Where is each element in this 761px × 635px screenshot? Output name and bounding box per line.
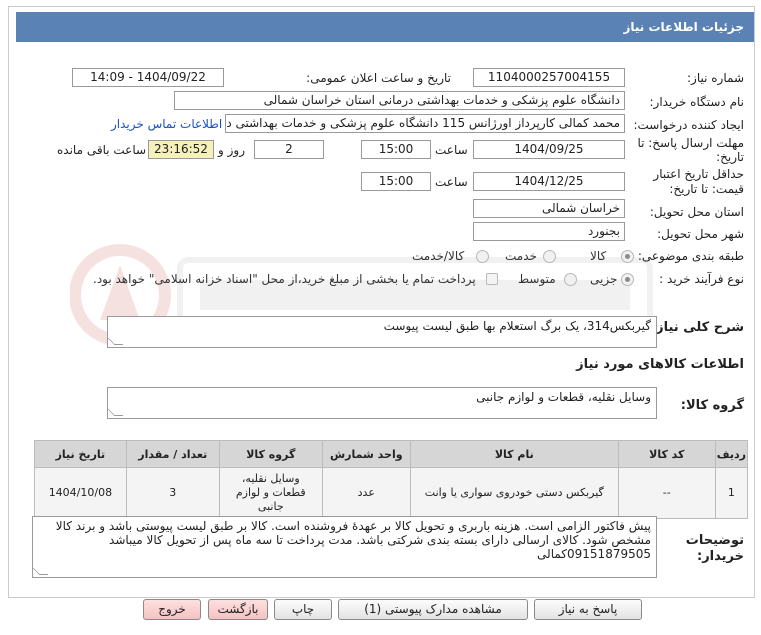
cell-name: گیربکس دستی خودروی سواری یا وانت	[409, 467, 619, 519]
purchase-type-label: نوع فرآیند خرید :	[659, 272, 744, 286]
remaining-time: 23:16:52	[148, 140, 214, 159]
creator-value: محمد کمالی کارپرداز اورژانس 115 دانشگاه …	[225, 114, 625, 133]
notes-label: توضیحات	[685, 533, 744, 548]
resize-handle-icon[interactable]	[108, 407, 124, 416]
deadline-time-label: ساعت	[435, 143, 468, 157]
page-header: جزئیات اطلاعات نیاز	[16, 12, 754, 42]
deadline-days-label: روز و	[218, 143, 245, 157]
notes-label-2: خریدار:	[697, 549, 744, 564]
announce-label: تاریخ و ساعت اعلان عمومی:	[306, 71, 451, 85]
category-service-radio[interactable]	[543, 250, 556, 263]
cell-date: 1404/10/08	[34, 467, 127, 519]
col-date: تاریخ نیاز	[34, 440, 127, 468]
need-number-value: 1104000257004155	[473, 68, 625, 87]
table-row[interactable]: 1 -- گیربکس دستی خودروی سواری یا وانت عد…	[34, 467, 749, 519]
validity-label: حداقل تاریخ اعتبار	[653, 167, 744, 181]
treasury-checkbox[interactable]	[486, 273, 498, 285]
cell-qty: 3	[125, 467, 220, 519]
print-button[interactable]: چاپ	[274, 599, 332, 620]
need-number-label: شماره نیاز:	[687, 71, 744, 85]
col-name: نام کالا	[409, 440, 619, 468]
deadline-date: 1404/09/25	[473, 140, 625, 159]
table-header-row: ردیف کد کالا نام کالا واحد شمارش گروه کا…	[34, 440, 749, 468]
col-qty: تعداد / مقدار	[125, 440, 220, 468]
deadline-label: مهلت ارسال پاسخ: تا	[637, 136, 744, 150]
goods-table: ردیف کد کالا نام کالا واحد شمارش گروه کا…	[34, 440, 749, 519]
col-unit: واحد شمارش	[321, 440, 411, 468]
resize-handle-icon[interactable]	[108, 336, 124, 345]
deadline-time: 15:00	[361, 140, 431, 159]
view-attachments-button[interactable]: مشاهده مدارک پیوستی (1)	[338, 599, 528, 620]
category-both-radio[interactable]	[476, 250, 489, 263]
cell-unit: عدد	[321, 467, 411, 519]
purchase-medium-label: متوسط	[518, 272, 556, 286]
deadline-days: 2	[254, 140, 324, 159]
validity-label-2: قیمت: تا تاریخ:	[669, 182, 744, 196]
purchase-minor-radio[interactable]	[621, 273, 634, 286]
cell-row: 1	[714, 467, 749, 519]
category-goods-label: کالا	[590, 249, 607, 263]
remaining-label: ساعت باقی مانده	[57, 143, 147, 157]
category-label: طبقه بندی موضوعی:	[637, 249, 744, 263]
creator-label: ایجاد کننده درخواست:	[633, 118, 744, 132]
category-service-label: خدمت	[505, 249, 537, 263]
city-label: شهر محل تحویل:	[657, 227, 744, 241]
cell-group: وسایل نقلیه، قطعات و لوازم جانبی	[218, 467, 323, 519]
resize-handle-icon[interactable]	[33, 566, 49, 575]
province-value: خراسان شمالی	[473, 199, 625, 218]
announce-value: 1404/09/22 - 14:09	[72, 68, 224, 87]
cell-code: --	[617, 467, 716, 519]
validity-date: 1404/12/25	[473, 172, 625, 191]
buyer-contact-link[interactable]: اطلاعات تماس خریدار	[111, 117, 222, 131]
goods-info-title: اطلاعات کالاهای مورد نیاز	[576, 357, 744, 372]
col-code: کد کالا	[617, 440, 716, 468]
validity-time-label: ساعت	[435, 175, 468, 189]
goods-group-textarea[interactable]: وسایل نقلیه، قطعات و لوازم جانبی	[107, 387, 657, 419]
goods-group-text: وسایل نقلیه، قطعات و لوازم جانبی	[476, 390, 651, 404]
deadline-label-2: تاریخ:	[716, 150, 744, 164]
reply-button[interactable]: پاسخ به نیاز	[534, 599, 642, 620]
summary-text: گیربکس314، یک برگ استعلام بها طبق لیست پ…	[383, 319, 651, 333]
exit-button[interactable]: خروج	[143, 599, 201, 620]
purchase-medium-radio[interactable]	[564, 273, 577, 286]
notes-textarea[interactable]: پیش فاکتور الزامی است. هزینه باربری و تح…	[32, 516, 657, 578]
col-row: ردیف	[714, 440, 749, 468]
treasury-note: پرداخت تمام یا بخشی از مبلغ خرید،از محل …	[93, 272, 476, 286]
city-value: بجنورد	[473, 222, 625, 241]
summary-label: شرح کلی نیاز:	[650, 320, 744, 335]
province-label: استان محل تحویل:	[649, 205, 744, 219]
buyer-label: نام دستگاه خریدار:	[649, 95, 745, 109]
validity-time: 15:00	[361, 172, 431, 191]
summary-textarea[interactable]: گیربکس314، یک برگ استعلام بها طبق لیست پ…	[107, 316, 657, 348]
purchase-minor-label: جزیی	[590, 272, 618, 286]
buyer-value: دانشگاه علوم پزشکی و خدمات بهداشتی درمان…	[174, 91, 625, 110]
category-both-label: کالا/خدمت	[412, 249, 465, 263]
col-group: گروه کالا	[218, 440, 323, 468]
category-goods-radio[interactable]	[621, 250, 634, 263]
back-button[interactable]: بازگشت	[208, 599, 268, 620]
notes-text: پیش فاکتور الزامی است. هزینه باربری و تح…	[55, 519, 651, 561]
goods-group-label: گروه کالا:	[680, 398, 744, 413]
